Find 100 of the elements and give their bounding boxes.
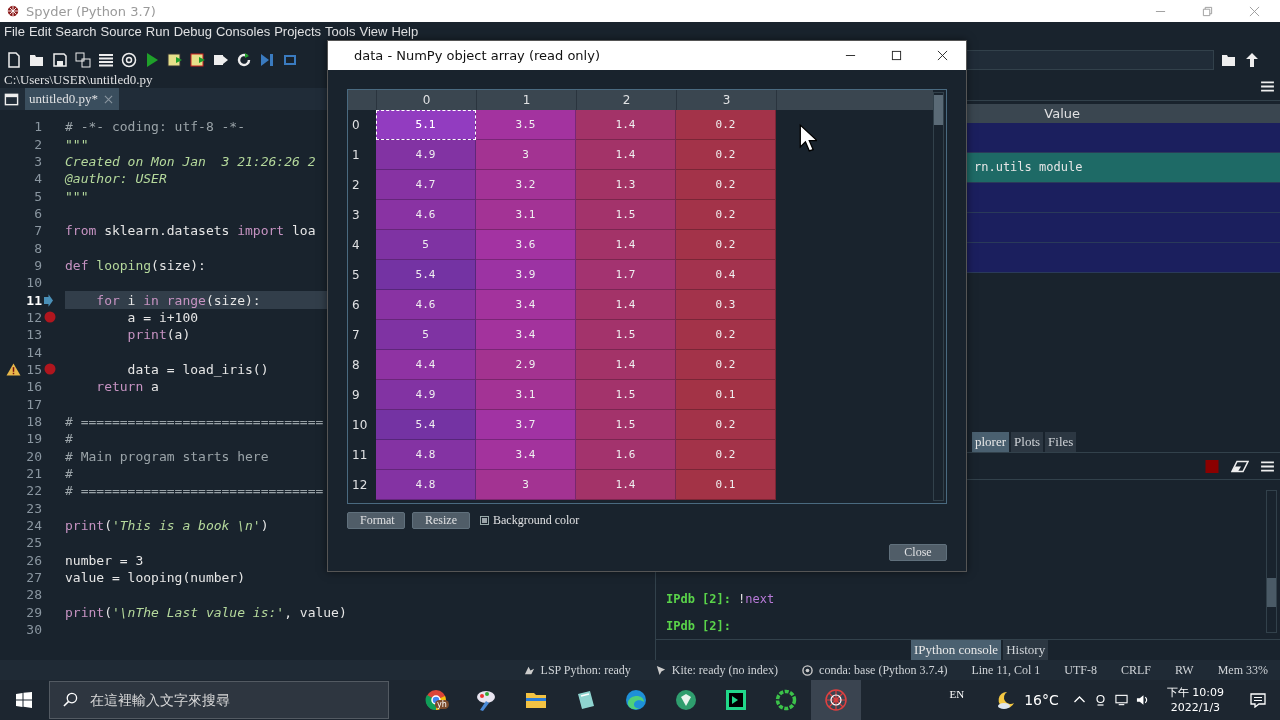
new-file-icon[interactable] [6, 51, 22, 68]
pane-tab[interactable]: Plots [1011, 432, 1044, 452]
menu-icon[interactable] [1261, 80, 1274, 92]
debug-icon[interactable] [259, 51, 275, 68]
table-cell[interactable]: 3.4 [476, 320, 576, 350]
table-cell[interactable]: 0.2 [676, 170, 776, 200]
menu-item[interactable]: Projects [274, 24, 322, 39]
table-cell[interactable]: 1.5 [576, 200, 676, 230]
table-cell[interactable]: 0.2 [676, 440, 776, 470]
table-cell[interactable]: 2.9 [476, 350, 576, 380]
menu-item[interactable]: View [359, 24, 388, 39]
table-cell[interactable]: 1.4 [576, 290, 676, 320]
webcam-icon[interactable] [1093, 694, 1107, 706]
close-icon[interactable] [937, 50, 948, 61]
speaker-icon[interactable] [1135, 694, 1149, 706]
column-header[interactable]: Value [1044, 106, 1080, 121]
table-cell[interactable]: 1.4 [576, 110, 676, 140]
table-cell[interactable]: 3.4 [476, 290, 576, 320]
menu-item[interactable]: Search [55, 24, 97, 39]
table-cell[interactable]: 3.9 [476, 260, 576, 290]
language-indicator[interactable]: EN [949, 688, 965, 700]
rerun-icon[interactable] [236, 51, 252, 68]
table-cell[interactable]: 3 [476, 140, 576, 170]
menu-icon[interactable] [1261, 460, 1274, 472]
menu-item[interactable]: Help [391, 24, 419, 39]
up-arrow-icon[interactable] [1244, 51, 1260, 68]
clock-date[interactable]: 2022/1/3 [1170, 700, 1221, 715]
search-field[interactable]: 在這裡輸入文字來搜尋 [49, 681, 389, 719]
save-icon[interactable] [52, 51, 68, 68]
table-cell[interactable]: 3.7 [476, 410, 576, 440]
dialog-button[interactable]: Format [347, 512, 405, 529]
table-cell[interactable]: 1.6 [576, 440, 676, 470]
table-cell[interactable]: 3.6 [476, 230, 576, 260]
menu-item[interactable]: Run [145, 24, 170, 39]
table-cell[interactable]: 1.7 [576, 260, 676, 290]
pane-tab[interactable]: Files [1045, 432, 1077, 452]
editor-tab[interactable]: untitled0.py* [25, 88, 119, 110]
pane-tab[interactable]: IPython console [911, 640, 1002, 660]
pane-tab[interactable]: History [1003, 640, 1049, 660]
table-cell[interactable]: 4.8 [376, 440, 476, 470]
save-all-icon[interactable] [75, 51, 91, 68]
table-cell[interactable]: 3.1 [476, 200, 576, 230]
menu-item[interactable]: Tools [325, 24, 356, 39]
table-cell[interactable]: 1.4 [576, 140, 676, 170]
taskbar-app[interactable]: yh [411, 680, 461, 720]
table-cell[interactable]: 3.1 [476, 380, 576, 410]
network-icon[interactable] [1114, 694, 1128, 706]
table-cell[interactable]: 1.4 [576, 470, 676, 500]
menu-item[interactable]: File [4, 24, 25, 39]
run-icon[interactable] [144, 51, 160, 68]
table-cell[interactable]: 1.3 [576, 170, 676, 200]
scrollbar[interactable] [1266, 490, 1277, 633]
table-cell[interactable]: 0.2 [676, 320, 776, 350]
start-icon[interactable] [16, 692, 32, 708]
table-cell[interactable]: 5 [376, 320, 476, 350]
pane-tab[interactable]: plorer [972, 432, 1010, 452]
table-cell[interactable]: 0.1 [676, 380, 776, 410]
table-cell[interactable]: 0.2 [676, 350, 776, 380]
table-cell[interactable]: 4.9 [376, 380, 476, 410]
menu-item[interactable]: Debug [173, 24, 212, 39]
table-cell[interactable]: 0.1 [676, 470, 776, 500]
table-cell[interactable]: 5.4 [376, 260, 476, 290]
table-cell[interactable]: 4.8 [376, 470, 476, 500]
checkbox-label[interactable]: Background color [493, 513, 580, 528]
table-cell[interactable]: 3.2 [476, 170, 576, 200]
table-cell[interactable]: 0.2 [676, 110, 776, 140]
table-cell[interactable]: 5.4 [376, 410, 476, 440]
table-cell[interactable]: 5 [376, 230, 476, 260]
table-cell[interactable]: 1.4 [576, 350, 676, 380]
menu-item[interactable]: Source [100, 24, 142, 39]
table-cell[interactable]: 0.2 [676, 140, 776, 170]
close-button[interactable]: Close [889, 544, 947, 561]
run-cell-icon[interactable] [167, 51, 183, 68]
moon-cloud-icon[interactable] [996, 690, 1017, 710]
clock-time[interactable]: 下午 10:09 [1166, 685, 1224, 700]
table-cell[interactable]: 1.5 [576, 320, 676, 350]
table-cell[interactable]: 4.6 [376, 200, 476, 230]
checkbox[interactable] [480, 516, 489, 525]
table-cell[interactable]: 5.1 [376, 110, 476, 140]
table-cell[interactable]: 0.2 [676, 410, 776, 440]
table-cell[interactable]: 4.4 [376, 350, 476, 380]
table-cell[interactable]: 1.4 [576, 230, 676, 260]
run-cell-advance-icon[interactable] [190, 51, 206, 68]
notification-icon[interactable] [1250, 692, 1266, 708]
list-icon[interactable] [98, 51, 114, 68]
eraser-icon[interactable] [1231, 459, 1249, 473]
table-cell[interactable]: 0.4 [676, 260, 776, 290]
maximize-icon[interactable] [891, 50, 902, 61]
table-cell[interactable]: 4.7 [376, 170, 476, 200]
table-cell[interactable]: 3.5 [476, 110, 576, 140]
menu-item[interactable]: Edit [28, 24, 52, 39]
table-cell[interactable]: 4.9 [376, 140, 476, 170]
dialog-button[interactable]: Resize [412, 512, 470, 529]
table-cell[interactable]: 0.3 [676, 290, 776, 320]
table-cell[interactable]: 3.4 [476, 440, 576, 470]
menu-item[interactable]: Consoles [215, 24, 271, 39]
browse-tabs-icon[interactable] [4, 92, 19, 107]
temperature[interactable]: 16°C [1024, 692, 1059, 708]
table-cell[interactable]: 0.2 [676, 230, 776, 260]
table-cell[interactable]: 4.6 [376, 290, 476, 320]
